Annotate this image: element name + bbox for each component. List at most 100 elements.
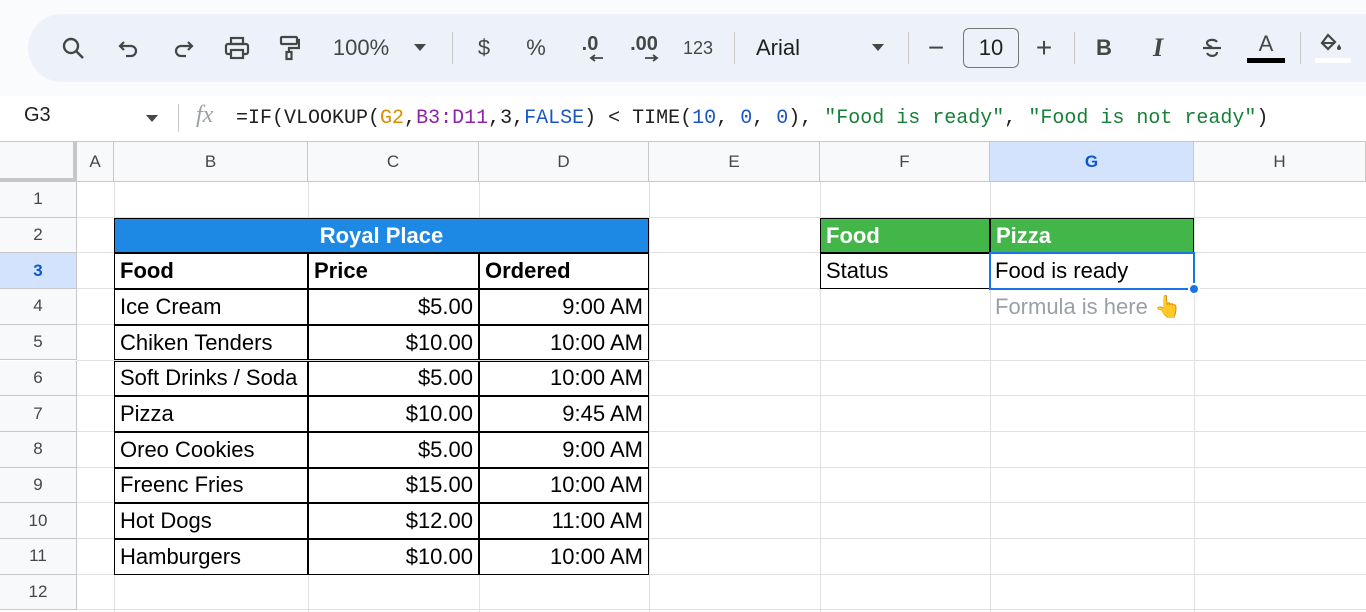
chevron-down-icon[interactable] <box>868 14 888 82</box>
row-header-11[interactable]: 11 <box>0 539 77 575</box>
number-format-button[interactable]: 123 <box>678 14 718 82</box>
table-cell-food[interactable]: Oreo Cookies <box>114 431 308 468</box>
search-icon[interactable] <box>56 14 90 82</box>
table-cell-food[interactable]: Ice Cream <box>114 289 308 325</box>
paint-format-icon[interactable] <box>274 14 304 82</box>
chevron-down-icon[interactable] <box>145 114 159 124</box>
print-icon[interactable] <box>220 14 254 82</box>
font-family-value: Arial <box>756 35 801 60</box>
row-header-7[interactable]: 7 <box>0 396 77 432</box>
formula-part: , <box>1004 107 1029 130</box>
row-header-6[interactable]: 6 <box>0 360 77 397</box>
table-cell-price[interactable]: $10.00 <box>308 539 479 575</box>
table-cell-ordered[interactable]: 10:00 AM <box>479 324 649 361</box>
decrease-font-size-button[interactable]: − <box>924 14 948 82</box>
formula-part: , <box>716 107 741 130</box>
formula-part: =IF(VLOOKUP( <box>236 107 381 130</box>
table-cell-price[interactable]: $5.00 <box>308 431 479 468</box>
table-cell-price[interactable]: $12.00 <box>308 503 479 539</box>
table-cell-ordered[interactable]: 9:00 AM <box>479 289 649 325</box>
column-header-3[interactable]: D <box>479 142 649 182</box>
table-title-cell[interactable]: Royal Place <box>114 217 649 254</box>
table-cell-ordered[interactable]: 10:00 AM <box>479 360 649 397</box>
table-cell-food[interactable]: Chiken Tenders <box>114 324 308 361</box>
currency-format-button[interactable]: $ <box>472 14 496 82</box>
table-cell-food[interactable]: Freenc Fries <box>114 467 308 504</box>
row-header-2[interactable]: 2 <box>0 217 77 254</box>
column-header-2[interactable]: C <box>308 142 479 182</box>
table-cell-price[interactable]: $5.00 <box>308 289 479 325</box>
column-header-7[interactable]: H <box>1194 142 1366 182</box>
text-color-swatch <box>1247 58 1285 63</box>
chevron-down-icon[interactable] <box>410 14 430 82</box>
column-header-4[interactable]: E <box>649 142 820 182</box>
column-header-0[interactable]: A <box>77 142 114 182</box>
table-cell-ordered[interactable]: 10:00 AM <box>479 467 649 504</box>
table-cell-food[interactable]: Pizza <box>114 396 308 432</box>
increase-font-size-button[interactable]: + <box>1032 14 1056 82</box>
table-cell-ordered[interactable]: 9:00 AM <box>479 431 649 468</box>
row-header-1[interactable]: 1 <box>0 182 77 218</box>
redo-icon[interactable] <box>168 14 198 82</box>
table-cell-price[interactable]: $15.00 <box>308 467 479 504</box>
formula-part: , <box>752 107 777 130</box>
percent-format-button[interactable]: % <box>524 14 548 82</box>
column-header-1[interactable]: B <box>114 142 308 182</box>
row-header-3[interactable]: 3 <box>0 253 77 290</box>
table-cell-food[interactable]: Hamburgers <box>114 539 308 575</box>
text-color-button[interactable]: A <box>1246 14 1286 82</box>
formula-number: 0 <box>740 107 753 130</box>
table-header-cell[interactable]: Price <box>308 253 479 290</box>
row-header-12[interactable]: 12 <box>0 574 77 611</box>
formula-note-cell[interactable]: Formula is here 👆 <box>990 289 1194 325</box>
row-header-5[interactable]: 5 <box>0 324 77 361</box>
bold-button[interactable]: B <box>1092 14 1116 82</box>
formula-ref-g2: G2 <box>380 107 405 130</box>
row-header-9[interactable]: 9 <box>0 467 77 504</box>
table-cell-food[interactable]: Hot Dogs <box>114 503 308 539</box>
name-box[interactable]: G3 <box>24 104 51 127</box>
toolbar-area: 100% $ % .0 .00 123 Arial − 10 + B I A <box>0 0 1366 96</box>
fill-color-swatch <box>1315 58 1351 63</box>
formula-part: , <box>512 107 525 130</box>
spreadsheet-grid[interactable]: A B C D E F G H 1 2 3 4 5 6 7 8 9 10 11 12 Royal Place Food Pr… <box>0 142 1366 612</box>
formula-string: "Food is ready" <box>824 107 1005 130</box>
strikethrough-icon[interactable] <box>1198 14 1226 82</box>
row-header-10[interactable]: 10 <box>0 503 77 539</box>
zoom-select[interactable]: 100% <box>326 14 396 82</box>
formula-part: ), <box>788 107 825 130</box>
table-header-cell[interactable]: Ordered <box>479 253 649 290</box>
italic-button[interactable]: I <box>1146 14 1170 82</box>
table-cell-price[interactable]: $10.00 <box>308 324 479 361</box>
toolbar-divider <box>734 32 735 64</box>
column-header-6[interactable]: G <box>990 142 1194 182</box>
select-all-corner[interactable] <box>0 142 77 182</box>
gridline <box>1194 182 1195 612</box>
font-size-input[interactable]: 10 <box>963 28 1019 68</box>
text-color-label: A <box>1258 31 1274 56</box>
formula-part: , <box>404 107 417 130</box>
row-header-8[interactable]: 8 <box>0 431 77 468</box>
table-cell-ordered[interactable]: 10:00 AM <box>479 539 649 575</box>
increase-decimal-button[interactable]: .00 <box>626 14 662 82</box>
font-family-select[interactable]: Arial <box>756 14 812 82</box>
gridline <box>77 609 1366 611</box>
fill-color-icon[interactable] <box>1314 14 1352 82</box>
table-cell-price[interactable]: $5.00 <box>308 360 479 397</box>
table-header-cell[interactable]: Food <box>114 253 308 290</box>
undo-icon[interactable] <box>114 14 144 82</box>
fill-handle[interactable] <box>1188 283 1200 296</box>
row-header-4[interactable]: 4 <box>0 289 77 325</box>
table-cell-price[interactable]: $10.00 <box>308 396 479 432</box>
decrease-decimal-button[interactable]: .0 <box>572 14 608 82</box>
lookup-status-label-cell[interactable]: Status <box>820 253 990 290</box>
lookup-food-label-cell[interactable]: Food <box>820 217 990 254</box>
formula-input[interactable]: =IF(VLOOKUP(G2,B3:D11,3,FALSE) < TIME(10… <box>236 107 1268 130</box>
table-cell-ordered[interactable]: 11:00 AM <box>479 503 649 539</box>
column-header-5[interactable]: F <box>820 142 990 182</box>
increase-decimal-label: .00 <box>630 33 658 55</box>
toolbar-divider <box>908 32 909 64</box>
table-cell-ordered[interactable]: 9:45 AM <box>479 396 649 432</box>
lookup-food-value-cell[interactable]: Pizza <box>990 217 1194 254</box>
table-cell-food[interactable]: Soft Drinks / Soda <box>114 360 308 397</box>
